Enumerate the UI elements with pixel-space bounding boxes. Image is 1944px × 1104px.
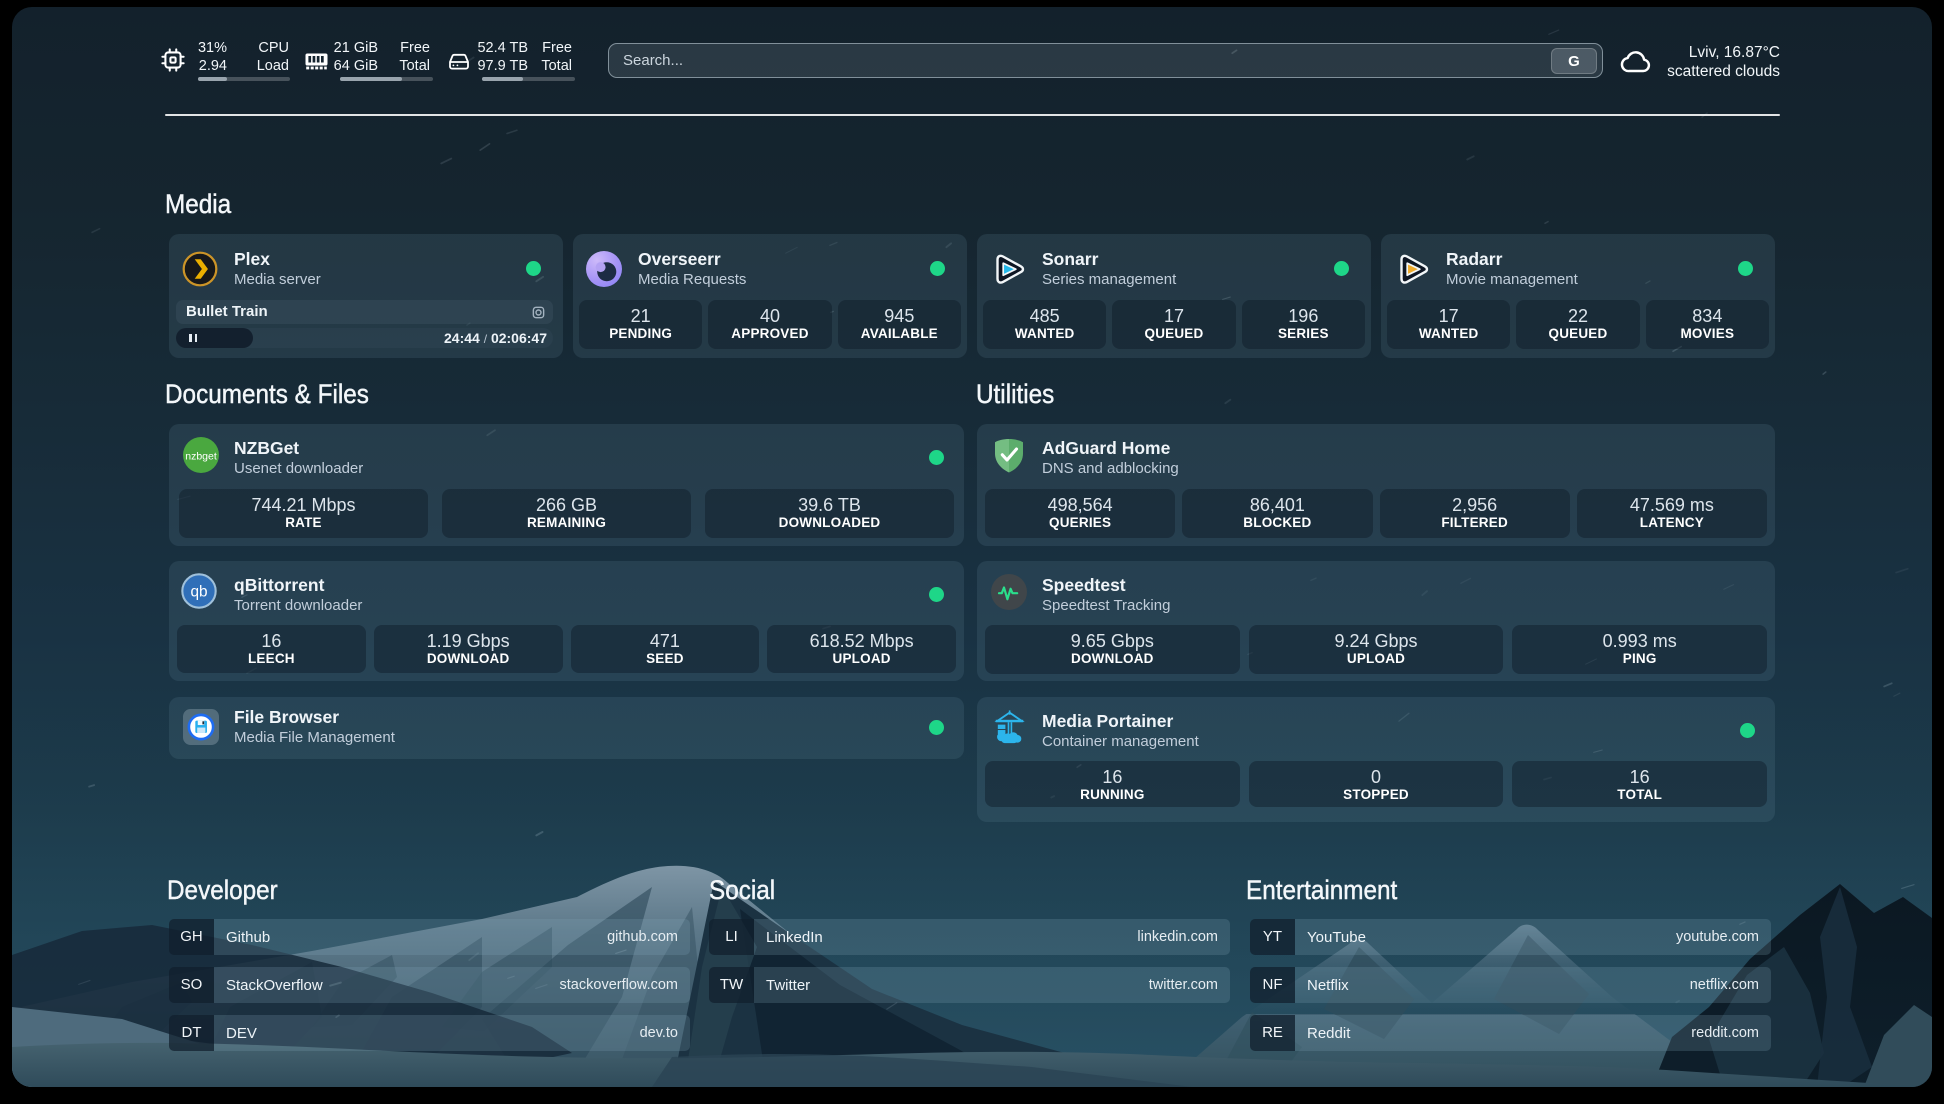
svg-text:nzbget: nzbget	[185, 451, 217, 463]
svg-text:qb: qb	[190, 584, 207, 601]
